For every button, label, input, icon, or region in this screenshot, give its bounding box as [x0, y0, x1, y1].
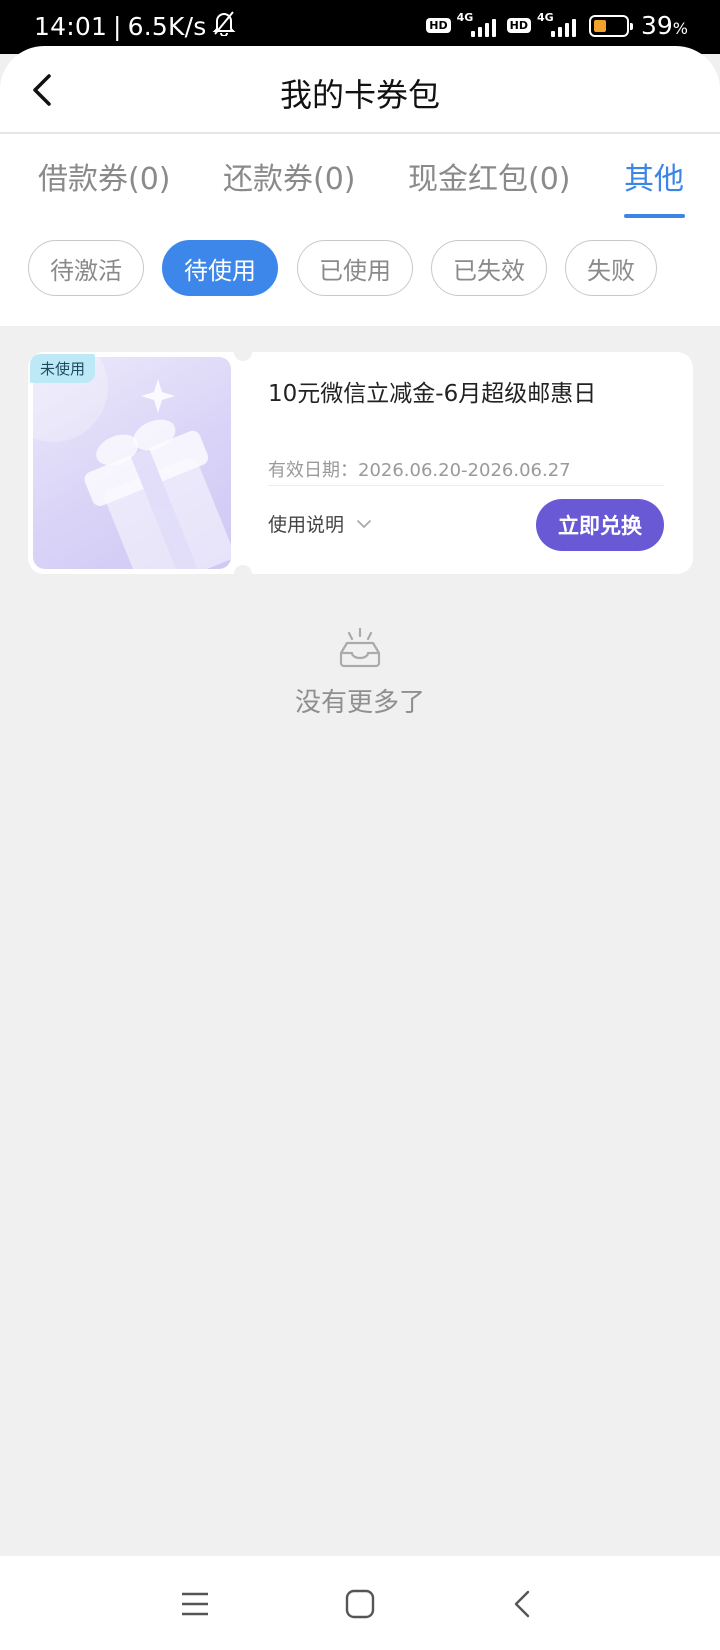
chevron-down-icon: [357, 519, 371, 528]
gift-icon: [33, 357, 231, 569]
nav-back-button[interactable]: [500, 1582, 544, 1626]
coupon-card[interactable]: 未使用 10元微信立减金-6月超级邮惠日 有效日期：2026.06.20-202…: [28, 343, 693, 583]
signal-icon: 4G: [457, 11, 501, 39]
status-time: 14:01: [34, 11, 108, 41]
menu-button[interactable]: [173, 1582, 217, 1626]
filter-used[interactable]: 已使用: [297, 240, 413, 296]
home-button[interactable]: [338, 1582, 382, 1626]
tab-repay-coupons[interactable]: 还款券(0): [223, 154, 356, 198]
card-notch-top: [234, 343, 252, 361]
empty-box-icon: [337, 627, 383, 673]
menu-icon: [182, 1592, 208, 1616]
system-nav-bar: [0, 1556, 720, 1650]
filter-expired[interactable]: 已失效: [431, 240, 547, 296]
network-speed: 6.5K/s: [127, 11, 207, 41]
filter-failed[interactable]: 失败: [565, 240, 657, 296]
tab-cash-redpacket[interactable]: 现金红包(0): [408, 154, 571, 198]
active-tab-indicator: [624, 214, 685, 218]
redeem-button[interactable]: 立即兑换: [536, 499, 664, 551]
tabs-area: 借款券(0) 还款券(0) 现金红包(0) 其他 待激活 待使用 已使用 已失效…: [0, 134, 720, 326]
divider: [268, 485, 664, 486]
card-notch-bottom: [234, 565, 252, 583]
battery-icon: [588, 14, 633, 37]
app-header: 我的卡券包: [0, 46, 720, 134]
signal-icon-2: 4G: [537, 11, 581, 39]
page-title: 我的卡券包: [279, 76, 440, 114]
status-badge: 未使用: [30, 354, 96, 383]
status-separator: |: [113, 11, 122, 41]
home-icon: [345, 1589, 375, 1619]
back-icon: [514, 1590, 530, 1618]
filter-pending-use[interactable]: 待使用: [162, 240, 278, 296]
no-more-text: 没有更多了: [294, 688, 425, 718]
battery-percent: 39%: [640, 11, 688, 40]
coupon-title: 10元微信立减金-6月超级邮惠日: [268, 381, 597, 407]
battery-level: [593, 19, 606, 32]
hd-badge: HD: [426, 18, 451, 33]
status-left: 14:01 | 6.5K/s: [34, 10, 236, 42]
bell-off-icon: [212, 10, 236, 42]
tab-loan-coupons[interactable]: 借款券(0): [38, 154, 171, 198]
filter-pending-activation[interactable]: 待激活: [28, 240, 144, 296]
status-right: HD 4G HD 4G 39%: [426, 11, 688, 40]
coupon-thumbnail: [33, 357, 231, 569]
usage-instructions-toggle[interactable]: 使用说明: [268, 510, 372, 537]
coupon-validity: 有效日期：2026.06.20-2026.06.27: [268, 460, 571, 481]
usage-instructions-label: 使用说明: [268, 514, 345, 536]
hd-badge-2: HD: [506, 18, 531, 33]
tab-other[interactable]: 其他: [624, 154, 684, 198]
